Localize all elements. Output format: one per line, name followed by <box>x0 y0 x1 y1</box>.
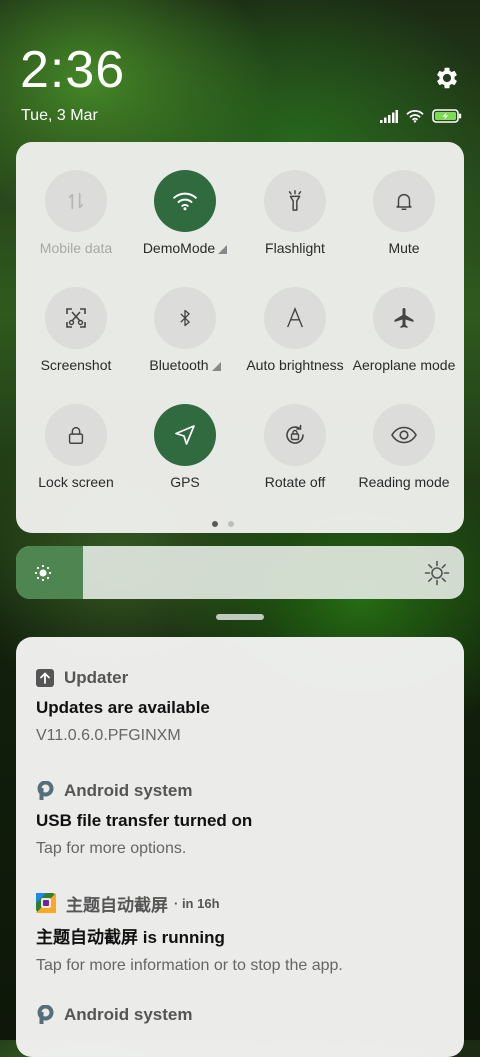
battery-charging-icon <box>432 109 462 123</box>
tile-auto-brightness[interactable]: Auto brightness <box>240 287 350 373</box>
notification-text: V11.0.6.0.PFGINXM <box>36 727 181 744</box>
tile-bluetooth[interactable]: Bluetooth <box>130 287 240 373</box>
tile-label-row: DemoMode <box>130 240 240 256</box>
tile-reading-mode[interactable]: Reading mode <box>349 404 459 490</box>
tile-label: Aeroplane mode <box>352 357 456 373</box>
page-dot[interactable] <box>228 521 234 527</box>
page-indicator <box>212 521 234 527</box>
tile-lock-screen[interactable]: Lock screen <box>21 404 131 490</box>
wifi-icon <box>173 192 197 211</box>
notification-app-name: Android system <box>64 781 193 800</box>
tile-gps[interactable]: GPS <box>130 404 240 490</box>
notification-panel: Updater Updates are available V11.0.6.0.… <box>16 637 464 1057</box>
tile-flashlight-button[interactable] <box>264 170 326 232</box>
tile-label: Lock screen <box>38 474 114 490</box>
tile-flashlight[interactable]: Flashlight <box>240 170 350 256</box>
notification-time: · in 16h <box>174 895 220 911</box>
wifi-status-icon <box>406 109 424 123</box>
notification-title: USB file transfer turned on <box>36 811 253 830</box>
tile-aeroplane-mode-button[interactable] <box>373 287 435 349</box>
notification-header: Updater <box>36 667 456 689</box>
notification-updater[interactable]: Updater Updates are available V11.0.6.0.… <box>36 667 456 745</box>
notification-theme-screenshot[interactable]: 主题自动截屏 · in 16h 主题自动截屏 is running Tap fo… <box>36 892 456 975</box>
android-system-icon <box>37 781 54 800</box>
tile-rotate-off-button[interactable] <box>264 404 326 466</box>
system-icons <box>380 109 462 123</box>
tile-wifi-button[interactable] <box>154 170 216 232</box>
notification-title: 主题自动截屏 is running <box>36 928 225 947</box>
tile-wifi[interactable]: DemoMode <box>130 170 240 256</box>
tile-mobile-data[interactable]: Mobile data <box>21 170 131 256</box>
auto-brightness-icon <box>287 306 303 328</box>
aeroplane-icon <box>394 308 414 328</box>
clock[interactable]: 2:36 <box>20 40 125 100</box>
drag-handle[interactable] <box>216 614 264 620</box>
rotate-lock-icon <box>286 424 304 444</box>
tile-mobile-data-button[interactable] <box>45 170 107 232</box>
expand-arrow-icon <box>218 245 228 254</box>
notification-text: Tap for more information or to stop the … <box>36 957 343 974</box>
bell-icon <box>396 193 412 210</box>
status-area: 2:36 Tue, 3 Mar <box>0 0 480 140</box>
bluetooth-icon <box>180 309 190 327</box>
signal-icon <box>380 109 398 123</box>
page-dot-active[interactable] <box>212 521 218 527</box>
tile-label: Bluetooth <box>149 357 209 373</box>
notification-header: 主题自动截屏 · in 16h <box>36 892 456 915</box>
tile-label-row: Bluetooth <box>130 357 240 373</box>
notification-app-name: 主题自动截屏 <box>66 895 168 915</box>
android-system-icon <box>37 1005 54 1024</box>
notification-app-name: Android system <box>64 1005 193 1024</box>
tile-label: GPS <box>170 474 200 490</box>
screenshot-icon <box>66 308 86 328</box>
quick-settings-panel: Mobile data DemoMode Flashlight Mute Scr… <box>16 142 464 533</box>
mobile-data-icon <box>68 192 84 210</box>
theme-screenshot-app-icon <box>36 893 56 913</box>
notification-title: Updates are available <box>36 698 210 717</box>
tile-label: Flashlight <box>265 240 325 256</box>
tile-label: Mobile data <box>39 240 113 256</box>
tile-screenshot-button[interactable] <box>45 287 107 349</box>
expand-arrow-icon <box>211 362 221 371</box>
tile-label: Reading mode <box>358 474 450 490</box>
notification-android-system-2[interactable]: Android system <box>36 1004 456 1026</box>
tile-auto-brightness-button[interactable] <box>264 287 326 349</box>
tile-lock-screen-button[interactable] <box>45 404 107 466</box>
brightness-low-icon <box>34 564 52 582</box>
notification-app-name: Updater <box>64 668 129 687</box>
lock-icon <box>68 426 84 444</box>
tile-label: Screenshot <box>40 357 112 373</box>
settings-gear-icon[interactable] <box>433 64 461 92</box>
eye-icon <box>391 426 417 444</box>
notification-header: Android system <box>36 780 456 802</box>
brightness-slider[interactable] <box>16 546 464 599</box>
brightness-high-icon <box>424 560 450 586</box>
tile-aeroplane-mode[interactable]: Aeroplane mode <box>349 287 459 373</box>
tile-label: Rotate off <box>264 474 326 490</box>
notification-android-system-usb[interactable]: Android system USB file transfer turned … <box>36 780 456 858</box>
tile-bluetooth-button[interactable] <box>154 287 216 349</box>
tile-label: Auto brightness <box>246 357 344 373</box>
notification-header: Android system <box>36 1004 456 1026</box>
tile-label: Mute <box>388 240 420 256</box>
notification-text: Tap for more options. <box>36 840 187 857</box>
tile-mute-button[interactable] <box>373 170 435 232</box>
flashlight-icon <box>288 190 302 211</box>
tile-mute[interactable]: Mute <box>349 170 459 256</box>
tile-reading-mode-button[interactable] <box>373 404 435 466</box>
tile-gps-button[interactable] <box>154 404 216 466</box>
tile-screenshot[interactable]: Screenshot <box>21 287 131 373</box>
updater-icon <box>36 669 54 687</box>
tile-rotate-off[interactable]: Rotate off <box>240 404 350 490</box>
gps-icon <box>175 425 195 445</box>
date[interactable]: Tue, 3 Mar <box>21 107 98 125</box>
tile-label: DemoMode <box>142 240 216 256</box>
